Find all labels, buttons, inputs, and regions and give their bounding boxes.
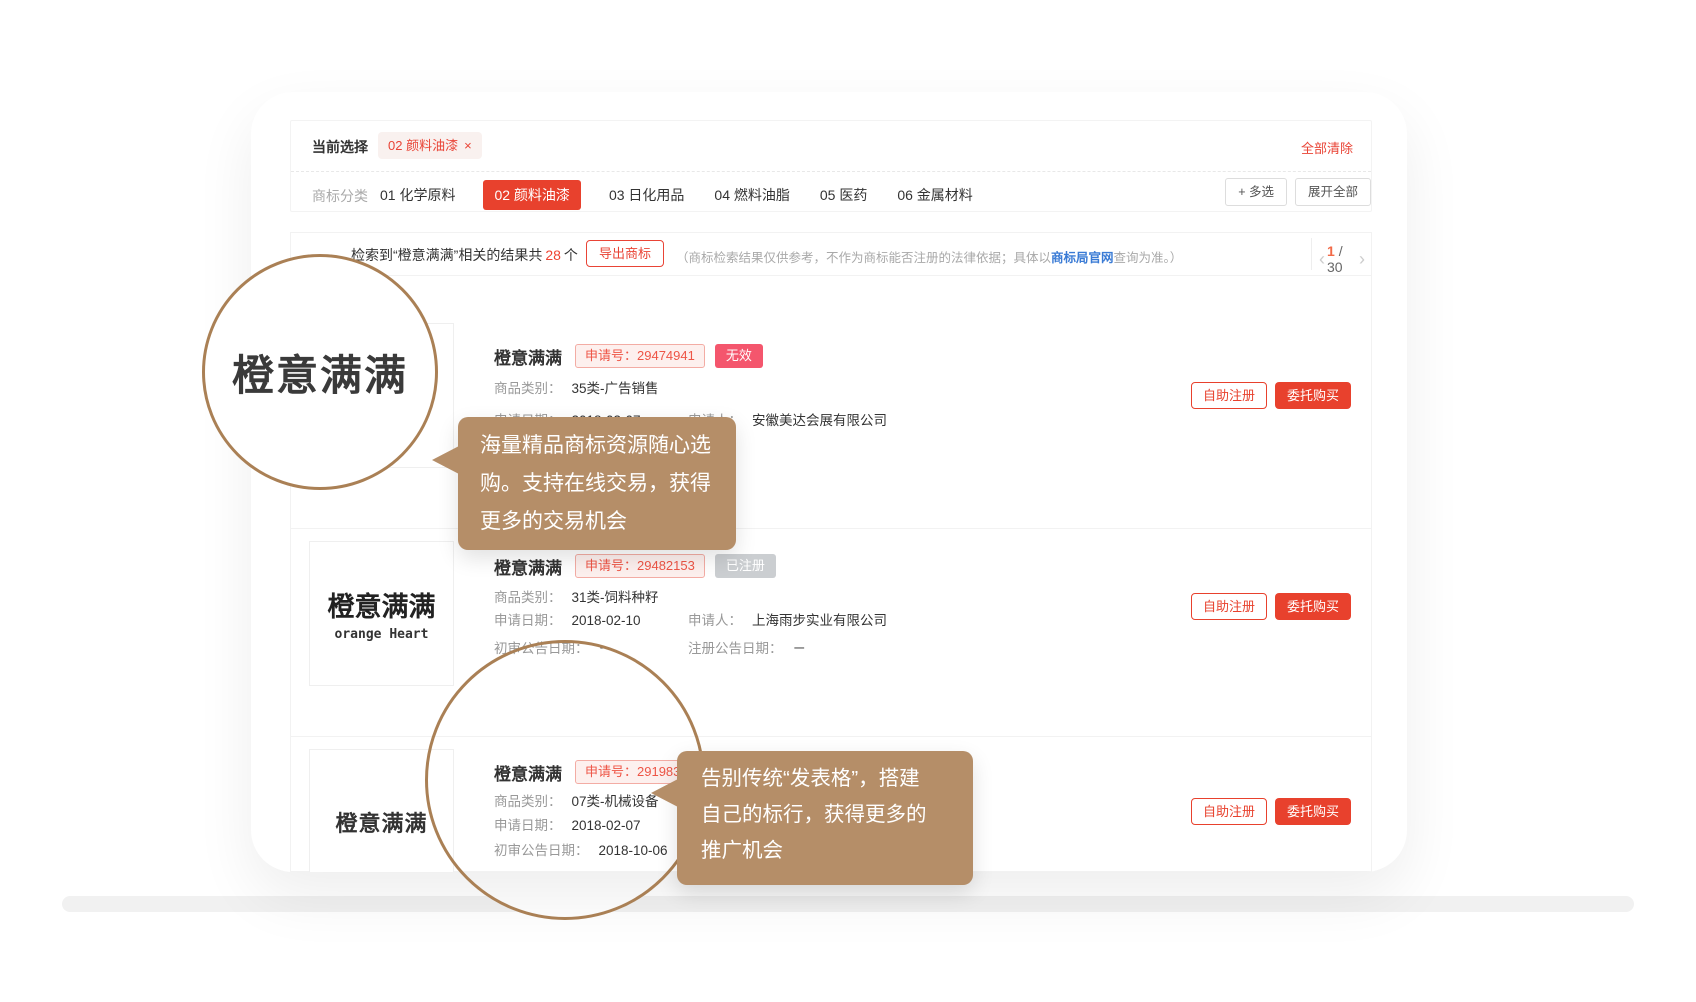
current-page: 1 — [1327, 243, 1335, 259]
category-row: 商标分类 01 化学原料 02 颜料油漆 03 日化用品 04 燃料油脂 05 … — [291, 172, 1371, 211]
field-value: 2018-02-10 — [572, 613, 641, 628]
row-actions: 自助注册 委托购买 — [1191, 382, 1351, 409]
current-selection-label: 当前选择 — [312, 137, 368, 157]
entrust-purchase-button[interactable]: 委托购买 — [1275, 382, 1351, 409]
tooltip-line: 推广机会 — [701, 833, 949, 869]
filter-panel: 当前选择 02 颜料油漆 × 全部清除 商标分类 01 化学原料 02 颜料油漆 … — [290, 120, 1372, 212]
disclaimer-suffix: 查询为准。） — [1114, 251, 1183, 265]
results-count: 28 — [545, 247, 561, 263]
magnifier-circle-trademark: 橙意满满 — [202, 254, 438, 490]
category-list: 01 化学原料 02 颜料油漆 03 日化用品 04 燃料油脂 05 医药 06… — [378, 180, 975, 210]
self-register-button[interactable]: 自助注册 — [1191, 798, 1267, 825]
tooltip-arrow-left-icon — [432, 446, 459, 474]
category-field: 商品类别： 35类-广告销售 — [494, 379, 659, 399]
close-icon[interactable]: × — [464, 138, 472, 153]
current-selection-row: 当前选择 02 颜料油漆 × 全部清除 — [291, 121, 1371, 171]
trademark-image-subtext: orange Heart — [335, 627, 429, 642]
disclaimer-prefix: （商标检索结果仅供参考，不作为商标能否注册的法律依据；具体以 — [676, 251, 1051, 265]
category-item-04[interactable]: 04 燃料油脂 — [712, 180, 791, 210]
application-number-tag: 申请号：29474941 — [575, 344, 705, 368]
clear-all-button[interactable]: 全部清除 — [1301, 138, 1353, 157]
results-summary: 检索到“橙意满满”相关的结果共28个 — [351, 245, 578, 265]
field-label: 注册公告日期： — [688, 641, 783, 656]
self-register-button[interactable]: 自助注册 — [1191, 382, 1267, 409]
category-item-03[interactable]: 03 日化用品 — [607, 180, 686, 210]
page-indicator: 1 / 30 — [1327, 243, 1357, 275]
entrust-purchase-button[interactable]: 委托购买 — [1275, 593, 1351, 620]
chevron-left-icon[interactable]: ‹ — [1317, 250, 1327, 268]
field-label: 申请人： — [688, 613, 742, 628]
row-actions: 自助注册 委托购买 — [1191, 593, 1351, 620]
expand-all-button[interactable]: 展开全部 — [1295, 178, 1371, 206]
pagination: ‹ 1 / 30 › — [1317, 243, 1367, 275]
trade-tooltip: 海量精品商标资源随心选 购。支持在线交易，获得 更多的交易机会 — [458, 417, 736, 550]
status-badge: 已注册 — [715, 554, 776, 578]
disclaimer-text: （商标检索结果仅供参考，不作为商标能否注册的法律依据；具体以商标局官网查询为准。… — [676, 247, 1182, 266]
row-actions: 自助注册 委托购买 — [1191, 798, 1351, 825]
category-actions: + 多选 展开全部 — [1225, 178, 1371, 206]
page-separator: / — [1339, 243, 1343, 259]
header-separator — [1311, 238, 1312, 270]
field-value: 安徽美达会展有限公司 — [752, 413, 887, 428]
category-field: 商品类别： 31类-饲料种籽 — [494, 588, 659, 608]
multi-select-button[interactable]: + 多选 — [1225, 178, 1287, 206]
entrust-purchase-button[interactable]: 委托购买 — [1275, 798, 1351, 825]
field-value: 35类-广告销售 — [572, 381, 659, 396]
trademark-image-text: 橙意满满 — [328, 585, 436, 624]
promo-tooltip: 告别传统“发表格”，搭建 自己的标行，获得更多的 推广机会 — [677, 751, 973, 885]
apply-date-field: 申请日期： 2018-02-10 — [494, 611, 641, 631]
trademark-title-line: 橙意满满 申请号：29474941 无效 — [494, 344, 763, 368]
field-label: 申请日期： — [494, 613, 562, 628]
row-divider — [291, 275, 1371, 276]
field-value: 上海雨步实业有限公司 — [752, 613, 887, 628]
chevron-right-icon[interactable]: › — [1357, 250, 1367, 268]
self-register-button[interactable]: 自助注册 — [1191, 593, 1267, 620]
results-summary-prefix: 检索到“橙意满满”相关的结果共 — [351, 247, 542, 263]
tooltip-line: 自己的标行，获得更多的 — [701, 797, 949, 833]
trademark-title-line: 橙意满满 申请号：29482153 已注册 — [494, 554, 776, 578]
application-number-tag: 申请号：29482153 — [575, 554, 705, 578]
trademark-office-link[interactable]: 商标局官网 — [1051, 251, 1114, 265]
trademark-image-text: 橙意满满 — [335, 806, 427, 838]
selected-filter-tag-label: 02 颜料油漆 — [388, 138, 458, 153]
results-summary-suffix: 个 — [564, 247, 578, 263]
applicant-field: 申请人： 上海雨步实业有限公司 — [688, 611, 887, 631]
field-label: 商品类别： — [494, 381, 562, 396]
status-badge: 无效 — [715, 344, 763, 368]
magnified-trademark-text: 橙意满满 — [232, 342, 408, 403]
category-item-02-selected[interactable]: 02 颜料油漆 — [483, 180, 580, 210]
tooltip-line: 更多的交易机会 — [480, 503, 714, 541]
category-item-06[interactable]: 06 金属材料 — [895, 180, 974, 210]
tooltip-line: 购。支持在线交易，获得 — [480, 465, 714, 503]
reg-notice-field: 注册公告日期： － — [688, 639, 806, 659]
screen: 当前选择 02 颜料油漆 × 全部清除 商标分类 01 化学原料 02 颜料油漆 … — [0, 0, 1696, 1002]
trademark-name: 橙意满满 — [494, 344, 562, 369]
base-shadow-bar — [62, 896, 1634, 912]
trademark-name: 橙意满满 — [494, 554, 562, 579]
tooltip-line: 告别传统“发表格”，搭建 — [701, 761, 949, 797]
tooltip-line: 海量精品商标资源随心选 — [480, 427, 714, 465]
export-trademark-button[interactable]: 导出商标 — [586, 240, 664, 267]
field-value: 31类-饲料种籽 — [572, 590, 659, 605]
category-row-label: 商标分类 — [312, 186, 368, 206]
results-header: 检索到“橙意满满”相关的结果共28个 导出商标 （商标检索结果仅供参考，不作为商… — [291, 233, 1371, 275]
field-value: － — [793, 641, 807, 656]
trademark-image: 橙意满满 orange Heart — [309, 541, 454, 686]
category-item-01[interactable]: 01 化学原料 — [378, 180, 457, 210]
tooltip-arrow-left-icon — [651, 779, 678, 807]
field-label: 商品类别： — [494, 590, 562, 605]
selected-filter-tag[interactable]: 02 颜料油漆 × — [378, 132, 482, 159]
row-divider — [291, 528, 1371, 529]
total-pages: 30 — [1327, 259, 1343, 275]
category-item-05[interactable]: 05 医药 — [818, 180, 869, 210]
